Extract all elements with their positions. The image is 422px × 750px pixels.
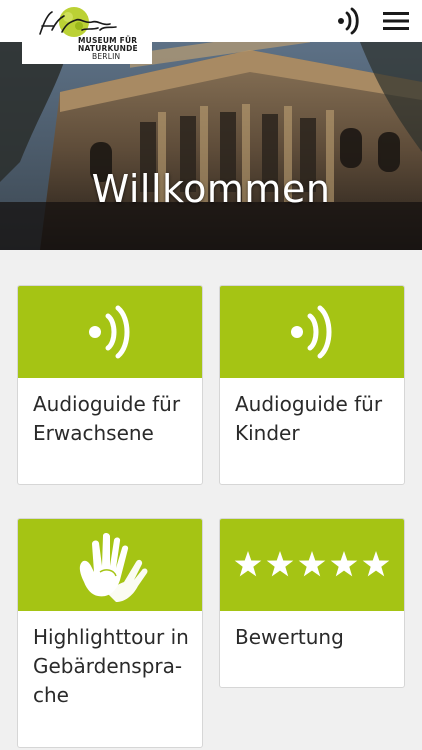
card-label-line: Erwachsene: [33, 421, 154, 445]
museum-building-image: [0, 42, 422, 250]
museum-logo[interactable]: MUSEUM FÜR NATURKUNDE BERLIN: [22, 0, 152, 64]
audio-icon: [89, 305, 130, 359]
five-stars-icon: [234, 551, 390, 577]
star-icon: [266, 551, 294, 577]
card-header: [220, 519, 404, 611]
card-audioguide-adults[interactable]: Audioguide für Erwachsene: [17, 285, 203, 485]
card-header: [18, 519, 202, 611]
card-label-line: Kinder: [235, 421, 300, 445]
card-header: [18, 286, 202, 378]
card-label: Highlighttour in Gebärdenspra- che: [33, 623, 192, 710]
card-label-line: Audioguide für: [235, 392, 383, 416]
audio-button[interactable]: [333, 6, 363, 36]
audio-icon: [291, 305, 332, 359]
card-audioguide-kids[interactable]: Audioguide für Kinder: [219, 285, 405, 485]
card-label-line: Gebärdenspra-: [33, 654, 183, 678]
star-icon: [330, 551, 358, 577]
page-title: Willkommen: [91, 167, 331, 211]
card-label: Audioguide für Erwachsene: [33, 390, 192, 448]
menu-button[interactable]: [380, 7, 412, 35]
card-label-line: che: [33, 683, 69, 707]
star-icon: [234, 551, 262, 577]
card-highlight-tour-sign-language[interactable]: Highlighttour in Gebärdenspra- che: [17, 518, 203, 748]
card-label-line: Audioguide für: [33, 392, 181, 416]
card-label: Bewertung: [235, 623, 394, 652]
logo-text: MUSEUM FÜR NATURKUNDE BERLIN: [78, 37, 138, 61]
star-icon: [362, 551, 390, 577]
card-header: [220, 286, 404, 378]
hamburger-menu-icon: [383, 12, 409, 30]
card-label: Audioguide für Kinder: [235, 390, 394, 448]
card-rating[interactable]: Bewertung: [219, 518, 405, 688]
star-icon: [298, 551, 326, 577]
logo-line-3: BERLIN: [92, 52, 121, 61]
card-label-line: Bewertung: [235, 625, 344, 649]
audio-icon: [338, 7, 359, 35]
sign-language-hands-icon: [79, 533, 148, 602]
card-label-line: Highlighttour in: [33, 625, 189, 649]
hero-banner: Willkommen: [0, 42, 422, 250]
